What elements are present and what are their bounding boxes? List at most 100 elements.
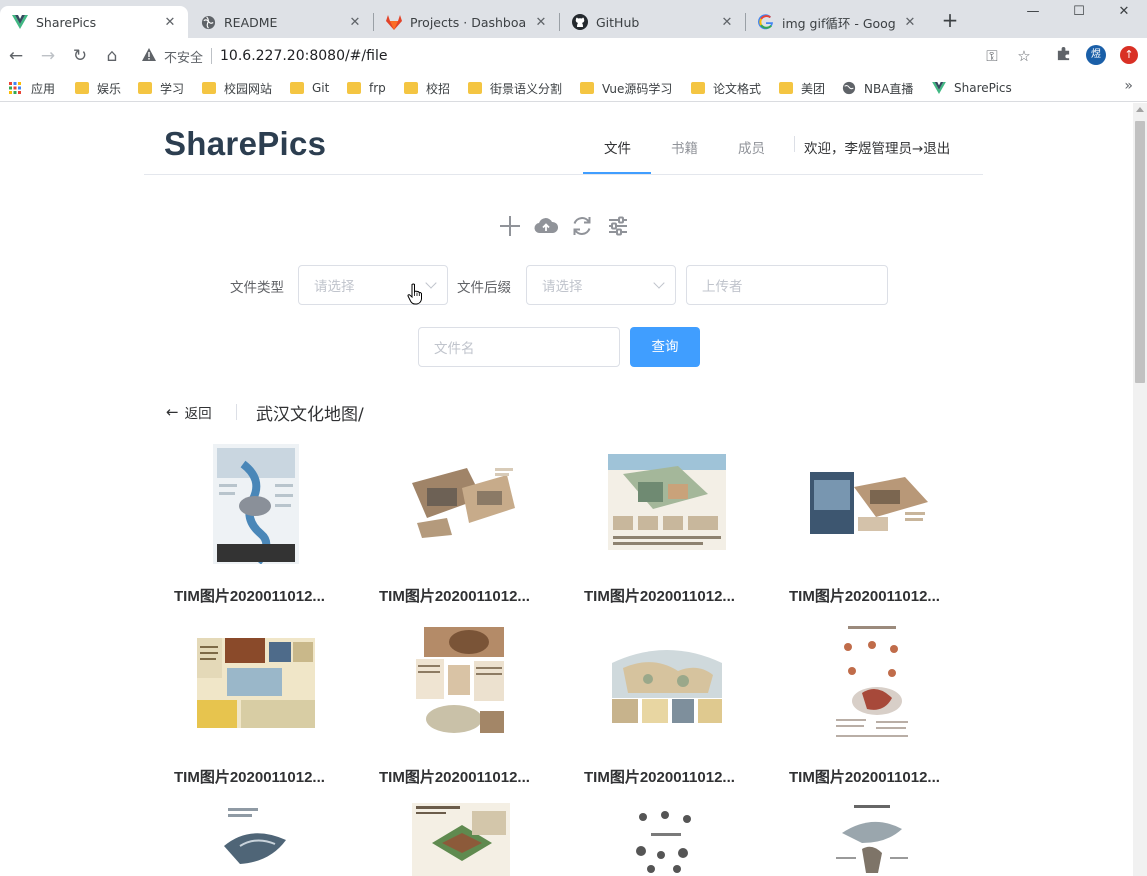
browser-tab-sharepics[interactable]: SharePics ✕ bbox=[0, 6, 188, 38]
bookmark-folder[interactable]: 学习 bbox=[138, 79, 184, 97]
file-ext-select[interactable]: 请选择 bbox=[526, 265, 676, 305]
security-label[interactable]: 不安全 bbox=[164, 47, 203, 66]
cloud-upload-icon[interactable] bbox=[533, 213, 559, 239]
file-name[interactable]: TIM图片2020011012... bbox=[174, 585, 325, 606]
profile-avatar[interactable]: 煜 bbox=[1086, 45, 1106, 65]
bookmark-nba[interactable]: NBA直播 bbox=[842, 79, 913, 97]
chevron-down-icon bbox=[653, 277, 665, 289]
file-name[interactable]: TIM图片2020011012... bbox=[379, 585, 530, 606]
browser-tab-github[interactable]: GitHub ✕ bbox=[560, 6, 745, 38]
bookmark-folder[interactable]: 校招 bbox=[404, 79, 450, 97]
update-icon[interactable]: ↑ bbox=[1120, 46, 1138, 64]
bookmark-folder[interactable]: Git bbox=[290, 79, 329, 97]
bookmark-folder[interactable]: 娱乐 bbox=[75, 79, 121, 97]
file-name[interactable]: TIM图片2020011012... bbox=[789, 585, 940, 606]
back-arrow-icon[interactable]: ← bbox=[4, 44, 28, 68]
file-thumbnail[interactable] bbox=[220, 806, 292, 876]
browser-tab-readme[interactable]: README ✕ bbox=[188, 6, 373, 38]
bookmark-folder[interactable]: 校园网站 bbox=[202, 79, 272, 97]
scroll-up-arrow-icon[interactable] bbox=[1136, 107, 1144, 112]
page-viewport: SharePics 文件 书籍 成员 欢迎，李煜管理员→退出 文件类型 请选择 … bbox=[0, 103, 1133, 876]
close-icon[interactable]: ✕ bbox=[162, 15, 178, 30]
file-name[interactable]: TIM图片2020011012... bbox=[789, 766, 940, 787]
close-icon[interactable]: ✕ bbox=[533, 15, 549, 30]
bookmark-folder[interactable]: 街景语义分割 bbox=[468, 79, 562, 97]
bookmark-folder[interactable]: 美团 bbox=[779, 79, 825, 97]
maximize-window-button[interactable]: ☐ bbox=[1056, 0, 1102, 30]
refresh-icon[interactable] bbox=[569, 213, 595, 239]
app-logo[interactable]: SharePics bbox=[164, 125, 326, 163]
file-name[interactable]: TIM图片2020011012... bbox=[584, 585, 735, 606]
bookmark-folder[interactable]: frp bbox=[347, 79, 386, 97]
close-window-button[interactable]: ✕ bbox=[1101, 0, 1147, 30]
nav-tab-members[interactable]: 成员 bbox=[738, 137, 765, 157]
folder-icon bbox=[202, 82, 216, 94]
browser-tab-google[interactable]: img gif循环 - Google ✕ bbox=[746, 6, 928, 38]
logout-link[interactable]: →退出 bbox=[912, 141, 950, 157]
forward-arrow-icon[interactable]: → bbox=[36, 44, 60, 68]
bookmarks-bar: 应用 娱乐 学习 校园网站 Git frp 校招 街景语义分割 Vue源码学习 … bbox=[0, 74, 1147, 102]
file-thumbnail[interactable] bbox=[810, 472, 930, 534]
extensions-icon[interactable] bbox=[1053, 46, 1073, 66]
tab-title: README bbox=[224, 14, 278, 30]
new-tab-button[interactable]: + bbox=[938, 9, 962, 33]
bookmark-label: Vue源码学习 bbox=[602, 81, 673, 96]
plus-icon[interactable] bbox=[497, 213, 523, 239]
sliders-icon[interactable] bbox=[605, 213, 631, 239]
address-bar[interactable]: 不安全 10.6.227.20:8080/#/file bbox=[132, 41, 972, 71]
nav-tab-books[interactable]: 书籍 bbox=[671, 137, 698, 157]
bookmark-apps[interactable]: 应用 bbox=[9, 79, 55, 97]
file-thumbnail[interactable] bbox=[608, 454, 726, 550]
folder-icon bbox=[347, 82, 361, 94]
file-name[interactable]: TIM图片2020011012... bbox=[584, 766, 735, 787]
url-text[interactable]: 10.6.227.20:8080/#/file bbox=[220, 48, 387, 64]
file-thumbnail[interactable] bbox=[832, 623, 912, 745]
warning-icon[interactable] bbox=[142, 47, 160, 65]
minimize-window-button[interactable]: — bbox=[1010, 0, 1056, 30]
globe-icon bbox=[842, 81, 856, 95]
select-placeholder: 请选择 bbox=[314, 279, 355, 295]
bookmark-sharepics[interactable]: SharePics bbox=[932, 79, 1012, 97]
file-type-select[interactable]: 请选择 bbox=[298, 265, 448, 305]
file-name[interactable]: TIM图片2020011012... bbox=[379, 766, 530, 787]
tab-title: SharePics bbox=[36, 14, 97, 30]
file-thumbnail[interactable] bbox=[197, 638, 315, 728]
close-icon[interactable]: ✕ bbox=[902, 15, 918, 30]
hand-pointer-icon bbox=[407, 283, 425, 305]
reload-icon[interactable]: ↻ bbox=[68, 44, 92, 68]
nav-tab-files[interactable]: 文件 bbox=[604, 137, 631, 157]
file-thumbnail[interactable] bbox=[608, 643, 726, 725]
file-ext-label: 文件后缀 bbox=[457, 280, 511, 296]
star-icon[interactable]: ☆ bbox=[1014, 46, 1034, 66]
chevron-down-icon bbox=[425, 277, 437, 289]
browser-toolbar: ← → ↻ ⌂ 不安全 10.6.227.20:8080/#/file ⚿ ☆ bbox=[0, 38, 1147, 74]
bookmark-folder[interactable]: Vue源码学习 bbox=[580, 79, 672, 97]
bookmark-folder[interactable]: 论文格式 bbox=[691, 79, 761, 97]
close-icon[interactable]: ✕ bbox=[719, 15, 735, 30]
folder-icon bbox=[290, 82, 304, 94]
file-thumbnail[interactable] bbox=[414, 627, 508, 740]
google-icon bbox=[758, 14, 774, 30]
file-thumbnail[interactable] bbox=[412, 803, 510, 876]
file-thumbnail[interactable] bbox=[213, 444, 299, 564]
file-thumbnail[interactable] bbox=[631, 805, 701, 876]
close-icon[interactable]: ✕ bbox=[347, 15, 363, 30]
key-icon[interactable]: ⚿ bbox=[982, 46, 1002, 66]
uploader-input[interactable]: 上传者 bbox=[686, 265, 888, 305]
filename-input[interactable]: 文件名 bbox=[418, 327, 620, 367]
scrollbar-thumb[interactable] bbox=[1135, 121, 1145, 383]
more-bookmarks-icon[interactable]: » bbox=[1124, 78, 1133, 94]
vue-icon bbox=[12, 14, 28, 30]
file-thumbnail[interactable] bbox=[832, 803, 912, 876]
query-button[interactable]: 查询 bbox=[630, 327, 700, 367]
back-button[interactable]: ← 返回 bbox=[166, 402, 212, 422]
welcome-text: 欢迎，李煜管理员 bbox=[804, 141, 912, 157]
bookmark-label: Git bbox=[312, 81, 330, 95]
home-icon[interactable]: ⌂ bbox=[100, 44, 124, 68]
page-scrollbar[interactable] bbox=[1133, 103, 1147, 876]
file-name[interactable]: TIM图片2020011012... bbox=[174, 766, 325, 787]
file-thumbnail[interactable] bbox=[407, 463, 517, 541]
bookmark-label: frp bbox=[369, 81, 386, 95]
browser-tab-gitlab[interactable]: Projects · Dashboard ✕ bbox=[374, 6, 559, 38]
select-placeholder: 请选择 bbox=[542, 279, 583, 295]
